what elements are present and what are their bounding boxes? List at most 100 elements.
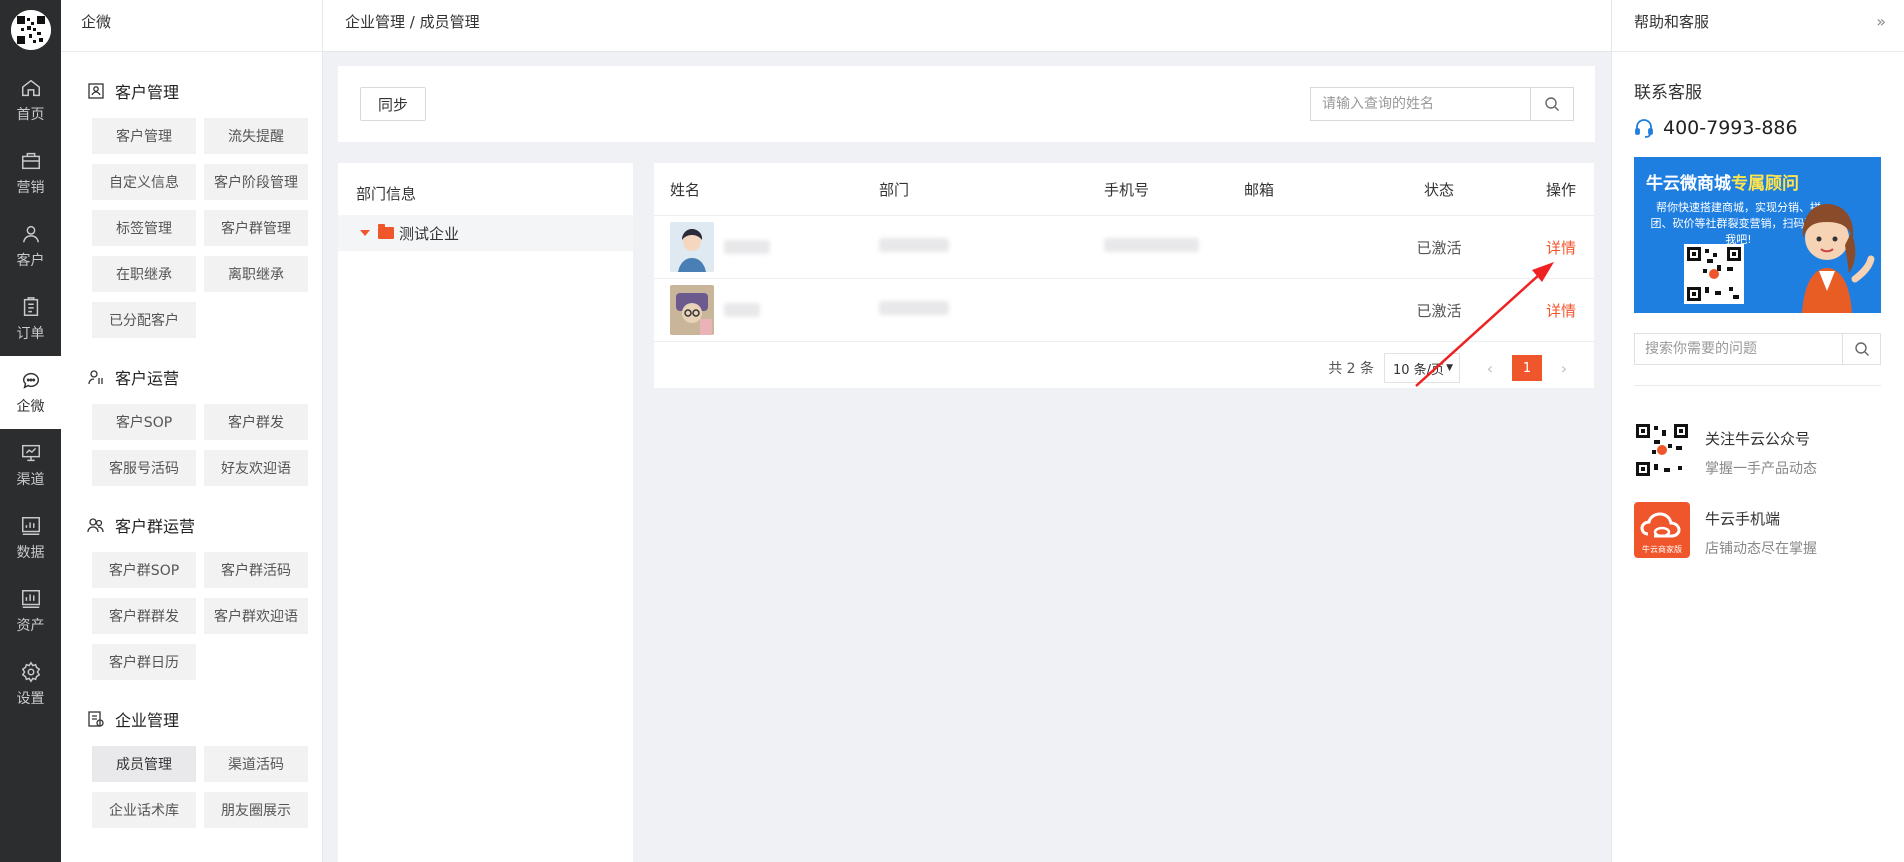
nav-service-live-code[interactable]: 客服号活码 xyxy=(92,450,196,486)
caret-down-icon[interactable] xyxy=(360,230,370,236)
nav-customer-sop[interactable]: 客户SOP xyxy=(92,404,196,440)
page-size-select[interactable]: 10 条/页 ▼ xyxy=(1384,353,1460,383)
redacted-department xyxy=(879,238,949,252)
nav-member-management[interactable]: 成员管理 xyxy=(92,746,196,782)
rail-item-wecom[interactable]: 企微 xyxy=(0,356,61,429)
col-action: 操作 xyxy=(1545,180,1576,199)
member-search-input[interactable] xyxy=(1311,88,1530,120)
member-search xyxy=(1310,87,1574,121)
main-rail: 首页 营销 客户 订单 企微 渠道 数据 资产 设置 xyxy=(0,0,61,862)
search-icon xyxy=(1545,97,1559,111)
sync-button[interactable]: 同步 xyxy=(360,87,426,121)
prev-page-icon[interactable]: ‹ xyxy=(1478,356,1502,380)
user-icon xyxy=(22,225,39,243)
breadcrumb: 企业管理 / 成员管理 xyxy=(323,0,1611,52)
promo-mobile-app[interactable]: 牛云商家版 牛云手机端 店铺动态尽在掌握 xyxy=(1634,502,1904,558)
help-search xyxy=(1634,333,1881,365)
rail-label: 资产 xyxy=(16,618,45,634)
nav-customer-management[interactable]: 客户管理 xyxy=(92,118,196,154)
nav-group-welcome[interactable]: 客户群欢迎语 xyxy=(204,598,308,634)
nav-group-management[interactable]: 客户群管理 xyxy=(204,210,308,246)
rail-item-data[interactable]: 数据 xyxy=(0,502,61,575)
divider xyxy=(1634,385,1881,386)
app-logo[interactable] xyxy=(10,10,51,50)
group-enterprise-management: 企业管理 xyxy=(61,708,322,730)
toolbar: 同步 xyxy=(338,66,1595,142)
rail-item-asset[interactable]: 资产 xyxy=(0,575,61,648)
nav-tag-management[interactable]: 标签管理 xyxy=(92,210,196,246)
nav-friend-welcome[interactable]: 好友欢迎语 xyxy=(204,450,308,486)
promo-title: 关注牛云公众号 xyxy=(1705,430,1811,448)
nav-group-sop[interactable]: 客户群SOP xyxy=(92,552,196,588)
promo-title: 牛云手机端 xyxy=(1705,510,1781,528)
rail-item-customer[interactable]: 客户 xyxy=(0,210,61,283)
nav-onjob-inherit[interactable]: 在职继承 xyxy=(92,256,196,292)
total-count: 共 2 条 xyxy=(1328,361,1374,377)
group-buttons: 客户群SOP 客户群活码 客户群群发 客户群欢迎语 客户群日历 xyxy=(61,536,323,680)
nav-group-broadcast[interactable]: 客户群群发 xyxy=(92,598,196,634)
advisor-illustration xyxy=(1802,204,1875,313)
detail-link[interactable]: 详情 xyxy=(1546,302,1576,320)
help-search-input[interactable] xyxy=(1635,334,1842,364)
nav-customer-stage[interactable]: 客户阶段管理 xyxy=(204,164,308,200)
page-size-value: 10 条/页 xyxy=(1393,362,1445,378)
group-title: 客户群运营 xyxy=(115,517,196,536)
department-node[interactable]: 测试企业 xyxy=(338,215,633,251)
help-panel: 帮助和客服 » 联系客服 400-7993-886 牛云微商城专属顾问 帮你快速… xyxy=(1611,0,1904,862)
collapse-icon[interactable]: » xyxy=(1876,0,1886,44)
nav-group-live-code[interactable]: 客户群活码 xyxy=(204,552,308,588)
redacted-name xyxy=(724,303,760,317)
avatar xyxy=(670,285,714,335)
nav-churn-alert[interactable]: 流失提醒 xyxy=(204,118,308,154)
nav-script-library[interactable]: 企业话术库 xyxy=(92,792,196,828)
rail-item-marketing[interactable]: 营销 xyxy=(0,137,61,210)
rail-label: 订单 xyxy=(16,326,45,342)
banner-qr-code xyxy=(1684,244,1744,304)
page-current[interactable]: 1 xyxy=(1512,355,1542,381)
rail-item-settings[interactable]: 设置 xyxy=(0,648,61,721)
redacted-phone xyxy=(1104,238,1199,252)
users-icon xyxy=(87,518,104,533)
rail-item-home[interactable]: 首页 xyxy=(0,64,61,137)
nav-resigned-inherit[interactable]: 离职继承 xyxy=(204,256,308,292)
contact-title: 联系客服 xyxy=(1634,83,1702,103)
group-buttons: 客户SOP 客户群发 客服号活码 好友欢迎语 xyxy=(61,388,323,486)
next-page-icon[interactable]: › xyxy=(1552,356,1576,380)
detail-link[interactable]: 详情 xyxy=(1546,239,1576,257)
rail-label: 渠道 xyxy=(16,472,45,488)
phone-number: 400-7993-886 xyxy=(1663,117,1798,139)
nav-channel-live-code[interactable]: 渠道活码 xyxy=(204,746,308,782)
department-node-label: 测试企业 xyxy=(399,224,460,243)
briefcase-icon xyxy=(21,152,40,170)
nav-group-calendar[interactable]: 客户群日历 xyxy=(92,644,196,680)
nav-custom-info[interactable]: 自定义信息 xyxy=(92,164,196,200)
col-email: 邮箱 xyxy=(1244,180,1275,199)
col-status: 状态 xyxy=(1423,180,1454,199)
rail-label: 数据 xyxy=(16,545,45,561)
monitor-icon xyxy=(21,444,40,462)
advisor-banner[interactable]: 牛云微商城专属顾问 帮你快速搭建商城，实现分销、拼团、砍价等社群裂变营销，扫码联… xyxy=(1634,157,1881,313)
user-gear-icon xyxy=(88,370,103,385)
rail-item-order[interactable]: 订单 xyxy=(0,283,61,356)
group-buttons: 成员管理 渠道活码 企业话术库 朋友圈展示 xyxy=(61,730,323,828)
headset-icon xyxy=(1635,119,1653,138)
col-phone: 手机号 xyxy=(1104,180,1150,199)
nav-assigned-customers[interactable]: 已分配客户 xyxy=(92,302,196,338)
gear-icon xyxy=(21,661,40,683)
pagination: 共 2 条 10 条/页 ▼ ‹ 1 › xyxy=(654,342,1594,394)
help-header: 帮助和客服 » xyxy=(1612,0,1904,52)
department-title: 部门信息 xyxy=(356,185,417,203)
nav-moments-display[interactable]: 朋友圈展示 xyxy=(204,792,308,828)
bar-chart-icon xyxy=(21,517,40,535)
search-button[interactable] xyxy=(1530,88,1573,120)
nav-customer-broadcast[interactable]: 客户群发 xyxy=(204,404,308,440)
table-row: 已激活 详情 xyxy=(654,216,1594,279)
banner-title-main: 牛云微商城 xyxy=(1646,174,1731,194)
rail-item-channel[interactable]: 渠道 xyxy=(0,429,61,502)
redacted-name xyxy=(724,240,770,254)
promo-subtitle: 店铺动态尽在掌握 xyxy=(1705,541,1817,557)
group-buttons: 客户管理 流失提醒 自定义信息 客户阶段管理 标签管理 客户群管理 在职继承 离… xyxy=(61,102,323,338)
help-search-button[interactable] xyxy=(1842,334,1880,364)
promo-wechat-official[interactable]: 关注牛云公众号 掌握一手产品动态 xyxy=(1634,422,1904,478)
app-caption: 牛云商家版 xyxy=(1642,545,1682,554)
